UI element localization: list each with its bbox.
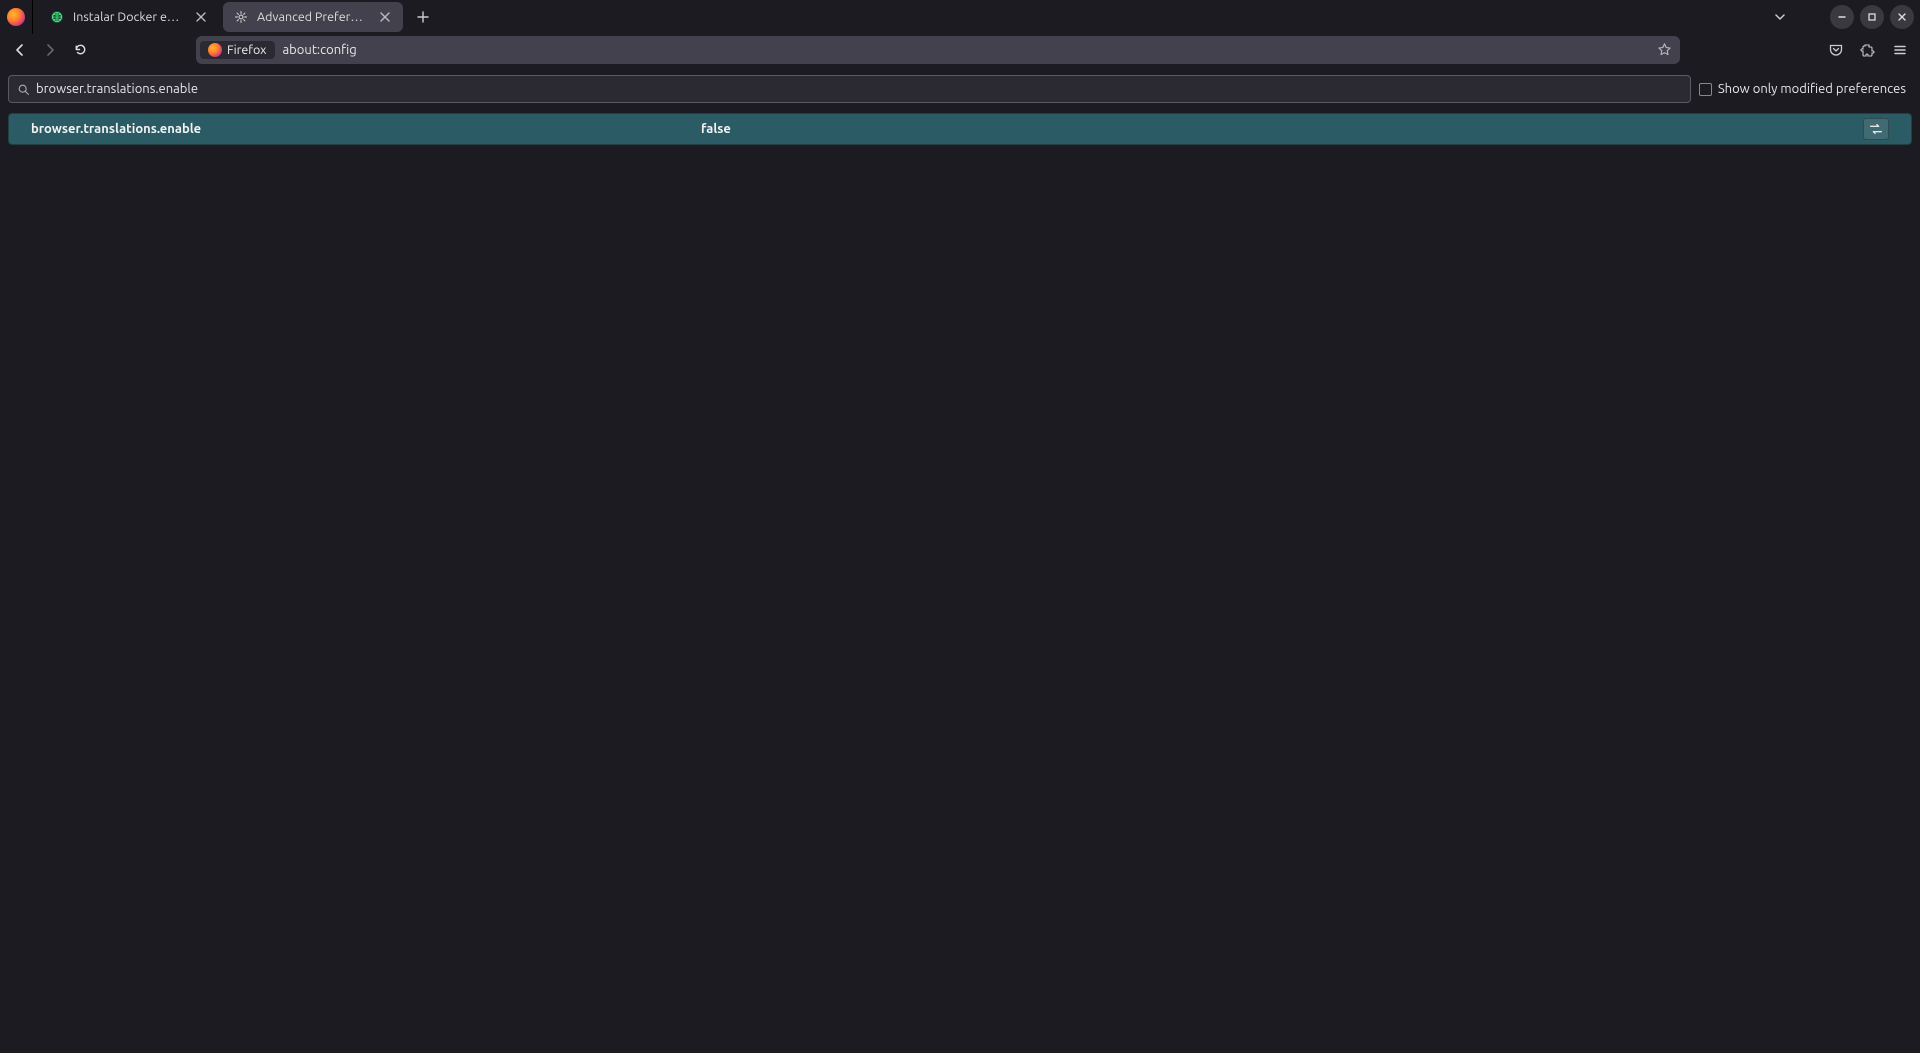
app-menu-button[interactable] <box>1886 36 1914 64</box>
navbar-right <box>1822 36 1914 64</box>
search-row: Show only modified preferences <box>8 75 1912 103</box>
search-box[interactable] <box>8 75 1691 103</box>
save-to-pocket-button[interactable] <box>1822 36 1850 64</box>
identity-label: Firefox <box>227 43 267 57</box>
reload-button[interactable] <box>66 36 94 64</box>
identity-box[interactable]: Firefox <box>200 41 275 59</box>
close-icon[interactable] <box>193 9 209 25</box>
tab-docker-install[interactable]: Instalar Docker en Ubunt <box>39 2 219 32</box>
checkbox-box-icon <box>1699 83 1712 96</box>
new-tab-button[interactable] <box>409 3 437 31</box>
url-text: about:config <box>283 43 1653 57</box>
search-icon <box>17 83 30 96</box>
urlbar[interactable]: Firefox about:config <box>196 36 1680 64</box>
close-icon[interactable] <box>377 9 393 25</box>
firefox-logo-icon <box>208 43 222 57</box>
forward-button[interactable] <box>36 36 64 64</box>
window-maximize-button[interactable] <box>1860 5 1884 29</box>
window-minimize-button[interactable] <box>1830 5 1854 29</box>
pref-row[interactable]: browser.translations.enable false <box>8 113 1912 145</box>
aboutconfig-content: Show only modified preferences browser.t… <box>0 65 1920 1053</box>
toggle-pref-button[interactable] <box>1863 118 1889 140</box>
titlebar-right <box>1766 3 1920 31</box>
pref-value: false <box>701 122 1863 136</box>
list-all-tabs-button[interactable] <box>1766 3 1794 31</box>
extensions-button[interactable] <box>1854 36 1882 64</box>
navbar: Firefox about:config <box>0 34 1920 65</box>
show-only-modified-checkbox[interactable]: Show only modified preferences <box>1699 82 1912 96</box>
tab-title: Instalar Docker en Ubunt <box>73 10 185 24</box>
checkbox-label: Show only modified preferences <box>1718 82 1906 96</box>
window-close-button[interactable] <box>1890 5 1914 29</box>
search-input[interactable] <box>36 82 1682 96</box>
gear-icon <box>233 9 249 25</box>
tabstrip: Instalar Docker en Ubunt Advanced Prefer… <box>33 0 1766 34</box>
firefox-logo-icon <box>7 8 25 26</box>
tab-title: Advanced Preferences <box>257 10 369 24</box>
back-button[interactable] <box>6 36 34 64</box>
globe-green-icon <box>49 9 65 25</box>
bookmark-star-button[interactable] <box>1652 38 1676 62</box>
tab-advanced-preferences[interactable]: Advanced Preferences <box>223 2 403 32</box>
app-firefox-icon[interactable] <box>0 0 33 34</box>
titlebar: Instalar Docker en Ubunt Advanced Prefer… <box>0 0 1920 34</box>
pref-name: browser.translations.enable <box>31 122 701 136</box>
